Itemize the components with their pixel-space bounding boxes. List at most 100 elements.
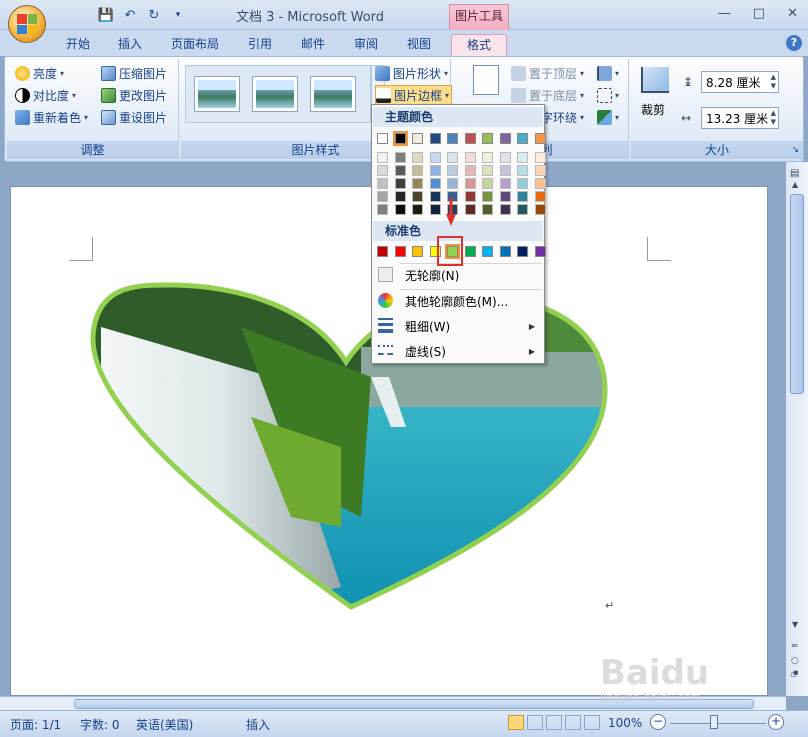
insert-mode[interactable]: 插入: [246, 716, 270, 733]
tab-review[interactable]: 审阅: [344, 34, 388, 56]
rotate-icon[interactable]: ▾: [597, 107, 619, 127]
crop-button[interactable]: 裁剪: [641, 99, 665, 119]
minimize-icon[interactable]: —: [718, 6, 731, 21]
theme-shade-swatch[interactable]: [482, 191, 493, 202]
theme-shade-swatch[interactable]: [517, 152, 528, 163]
tab-home[interactable]: 开始: [56, 34, 100, 56]
theme-shade-swatch[interactable]: [464, 178, 476, 189]
ruler-toggle-icon[interactable]: ▤: [790, 168, 799, 179]
theme-shade-swatch[interactable]: [517, 191, 528, 202]
theme-shade-swatch[interactable]: [412, 178, 423, 189]
theme-shade-swatch[interactable]: [482, 204, 493, 215]
brightness-button[interactable]: 亮度 ▾: [15, 63, 64, 83]
align-icon[interactable]: ▾: [597, 63, 619, 83]
language-indicator[interactable]: 英语(美国): [136, 716, 193, 733]
reset-picture-button[interactable]: 重设图片: [101, 107, 167, 127]
theme-shade-swatch[interactable]: [464, 152, 476, 163]
page-count[interactable]: 页面: 1/1: [10, 716, 61, 733]
no-outline-item[interactable]: 无轮廓(N): [373, 263, 543, 287]
theme-shade-swatch[interactable]: [394, 178, 406, 189]
maximize-icon[interactable]: □: [753, 6, 765, 21]
theme-shade-swatch[interactable]: [412, 165, 423, 176]
standard-color-swatch[interactable]: [534, 246, 546, 257]
zoom-slider[interactable]: [670, 723, 766, 724]
theme-shade-swatch[interactable]: [499, 178, 511, 189]
tab-mailings[interactable]: 邮件: [291, 34, 335, 56]
theme-shade-swatch[interactable]: [377, 152, 388, 163]
theme-shade-swatch[interactable]: [377, 178, 388, 189]
theme-shade-swatch[interactable]: [429, 165, 441, 176]
theme-shade-swatch[interactable]: [394, 165, 406, 176]
theme-color-swatch[interactable]: [534, 133, 546, 144]
tab-view[interactable]: 视图: [397, 34, 441, 56]
outline-view-icon[interactable]: [565, 715, 581, 730]
theme-shade-swatch[interactable]: [482, 165, 493, 176]
standard-color-swatch[interactable]: [464, 246, 476, 257]
theme-shade-swatch[interactable]: [534, 178, 546, 189]
zoom-slider-handle[interactable]: [710, 715, 718, 729]
dialog-launcher-icon[interactable]: ↘: [791, 141, 799, 159]
theme-shade-swatch[interactable]: [499, 152, 511, 163]
help-icon[interactable]: ?: [786, 35, 802, 51]
theme-shade-swatch[interactable]: [394, 191, 406, 202]
zoom-out-icon[interactable]: −: [650, 714, 666, 730]
contrast-button[interactable]: 对比度 ▾: [15, 85, 76, 105]
height-spinner[interactable]: 8.28 厘米 ▲ ▼: [701, 71, 779, 93]
theme-shade-swatch[interactable]: [464, 191, 476, 202]
theme-shade-swatch[interactable]: [447, 152, 458, 163]
office-button[interactable]: [8, 5, 46, 43]
theme-shade-swatch[interactable]: [534, 165, 546, 176]
theme-shade-swatch[interactable]: [429, 191, 441, 202]
theme-shade-swatch[interactable]: [499, 165, 511, 176]
standard-color-swatch[interactable]: [482, 246, 493, 257]
change-picture-button[interactable]: 更改图片: [101, 85, 167, 105]
compress-pictures-button[interactable]: 压缩图片: [101, 63, 167, 83]
recolor-button[interactable]: 重新着色 ▾: [15, 107, 88, 127]
dashes-item[interactable]: 虚线(S) ▶: [373, 339, 543, 363]
theme-shade-swatch[interactable]: [534, 152, 546, 163]
style-thumbnail[interactable]: [194, 76, 240, 112]
theme-shade-swatch[interactable]: [517, 204, 528, 215]
theme-shade-swatch[interactable]: [429, 152, 441, 163]
theme-shade-swatch[interactable]: [482, 178, 493, 189]
theme-shade-swatch[interactable]: [447, 178, 458, 189]
weight-item[interactable]: 粗细(W) ▶: [373, 314, 543, 338]
draft-view-icon[interactable]: [584, 715, 600, 730]
width-spinner[interactable]: 13.23 厘米 ▲ ▼: [701, 107, 779, 129]
scroll-up-icon[interactable]: ▲: [792, 180, 798, 189]
more-outline-colors-item[interactable]: 其他轮廓颜色(M)...: [373, 289, 543, 313]
crop-icon[interactable]: [641, 67, 669, 93]
group-objects-icon[interactable]: ▾: [597, 85, 619, 105]
theme-shade-swatch[interactable]: [412, 191, 423, 202]
tab-format[interactable]: 格式: [451, 34, 507, 56]
tab-references[interactable]: 引用: [238, 34, 282, 56]
theme-shade-swatch[interactable]: [394, 204, 406, 215]
theme-color-swatch[interactable]: [377, 133, 388, 144]
theme-shade-swatch[interactable]: [412, 204, 423, 215]
theme-shade-swatch[interactable]: [482, 152, 493, 163]
theme-shade-swatch[interactable]: [534, 191, 546, 202]
scroll-down-icon[interactable]: ▼: [792, 620, 798, 629]
web-layout-view-icon[interactable]: [546, 715, 562, 730]
standard-color-swatch[interactable]: [499, 246, 511, 257]
standard-color-swatch[interactable]: [377, 246, 388, 257]
browse-object-icons[interactable]: ⮹ ○ ⮻: [791, 640, 799, 682]
zoom-in-icon[interactable]: +: [768, 714, 784, 730]
theme-shade-swatch[interactable]: [464, 204, 476, 215]
style-thumbnail[interactable]: [252, 76, 298, 112]
theme-shade-swatch[interactable]: [429, 178, 441, 189]
theme-color-swatch[interactable]: [412, 133, 423, 144]
close-icon[interactable]: ✕: [787, 6, 798, 21]
full-screen-view-icon[interactable]: [527, 715, 543, 730]
theme-color-swatch[interactable]: [464, 133, 476, 144]
tab-page-layout[interactable]: 页面布局: [163, 34, 227, 56]
picture-border-button[interactable]: 图片边框 ▾: [375, 85, 453, 105]
zoom-level[interactable]: 100%: [608, 716, 642, 730]
theme-color-swatch[interactable]: [447, 133, 458, 144]
standard-color-swatch[interactable]: [412, 246, 423, 257]
word-count[interactable]: 字数: 0: [80, 716, 120, 733]
send-to-back-button[interactable]: 置于底层 ▾: [511, 85, 584, 105]
theme-shade-swatch[interactable]: [447, 165, 458, 176]
theme-color-swatch[interactable]: [517, 133, 528, 144]
theme-shade-swatch[interactable]: [534, 204, 546, 215]
